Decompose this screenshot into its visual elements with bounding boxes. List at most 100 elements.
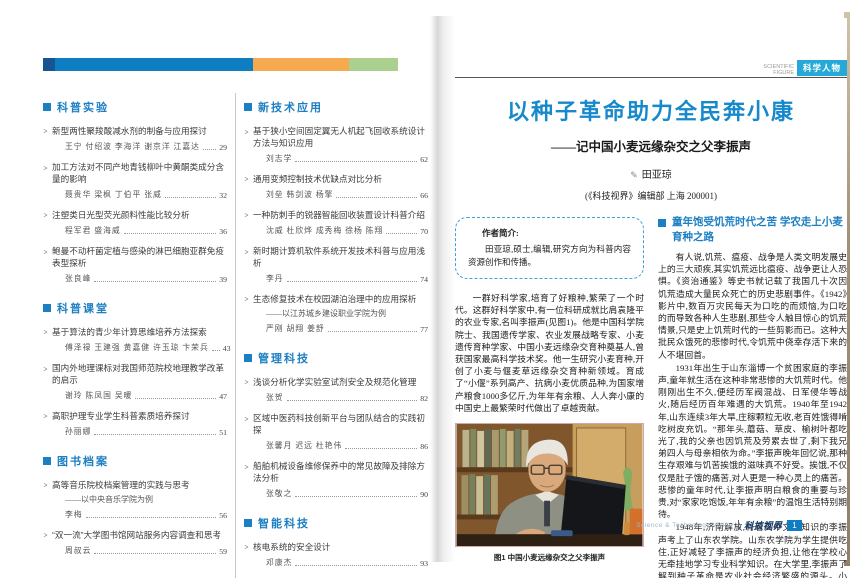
author-box-label: 作者简介: xyxy=(482,227,631,239)
arrow-bullet-icon: > xyxy=(44,163,48,182)
section-bullet-icon xyxy=(244,103,252,111)
section-bullet-icon xyxy=(244,519,252,527)
article-affiliation: (《科技视界》编辑部 上海 200001) xyxy=(455,189,847,202)
toc-entry-subtitle: ——以中央音乐学院为例 xyxy=(65,494,227,505)
toc-entry-meta: 王宁 付绍波 李海洋 谢京洋 江嘉达29 xyxy=(65,141,227,152)
dotted-leader xyxy=(295,161,417,162)
toc-entry-title-text: 浅谈分析化学实验室试剂安全及规范化管理 xyxy=(253,376,416,388)
toc-entry-title: >区域中医药科技创新平台与团队结合的实践初探 xyxy=(244,412,428,436)
section-heading: 童年饱受饥荒时代之苦 学农走上小麦育种之路 xyxy=(658,215,847,245)
toc-section-title: 科普实验 xyxy=(57,99,109,115)
toc-entry: >新型两性聚羧酸减水剂的制备与应用探讨王宁 付绍波 李海洋 谢京洋 江嘉达29 xyxy=(43,125,227,152)
toc-entry-title-text: 基于狭小空间固定翼无人机起飞回收系统设计方法与知识应用 xyxy=(253,125,428,149)
bar-segment-orange xyxy=(253,58,349,71)
bar-segment-blue xyxy=(55,58,253,71)
arrow-bullet-icon: > xyxy=(245,247,249,266)
toc-entry-meta: 周叔云59 xyxy=(65,545,227,556)
section-bullet-icon xyxy=(244,354,252,362)
toc-entry-title-text: 新型两性聚羧酸减水剂的制备与应用探讨 xyxy=(52,125,207,137)
footer-divider xyxy=(738,520,739,530)
column-badge: 科学人物 xyxy=(797,60,847,76)
dotted-leader xyxy=(212,350,220,351)
dotted-leader xyxy=(135,398,216,399)
toc-entry-title-text: 一种防刺手的锐器智能回收装置设计科普介绍 xyxy=(253,209,425,221)
toc-entry-authors: 严刚 胡翔 姜舒 xyxy=(266,323,325,334)
dotted-leader xyxy=(94,281,216,282)
toc-entry-title: >核电系统的安全设计 xyxy=(244,541,428,553)
toc-entry-authors: 李梅 xyxy=(65,509,83,520)
dotted-leader xyxy=(203,149,216,150)
dotted-leader xyxy=(336,197,417,198)
journal-name-en: Science & Technology Vision xyxy=(636,522,733,529)
toc-entry-title-text: 新时期计算机软件系统开发技术科普与应用浅析 xyxy=(253,245,428,269)
arrow-bullet-icon: > xyxy=(44,327,48,337)
toc-entry: >国内外地理课标对我国师范院校地理教学改革的启示谢玲 陈凤国 吴暖47 xyxy=(43,362,227,401)
toc-entry-authors: 邓康杰 xyxy=(266,557,292,568)
toc-entry: >注塑类日光型荧光颜料性能比较分析程军君 盛海威36 xyxy=(43,209,227,236)
toc-entry-page: 62 xyxy=(420,155,428,164)
dotted-leader xyxy=(165,197,216,198)
toc-page: 科普实验>新型两性聚羧酸减水剂的制备与应用探讨王宁 付绍波 李海洋 谢京洋 江嘉… xyxy=(28,18,434,560)
arrow-bullet-icon: > xyxy=(44,247,48,266)
article-title: 以种子革命助力全民奔小康 xyxy=(455,94,847,126)
toc-entry-title: >加工方法对不同产地青钱柳叶中黄酮类成分含量的影响 xyxy=(43,161,227,185)
arrow-bullet-icon: > xyxy=(245,294,249,304)
dotted-leader xyxy=(86,517,217,518)
toc-section: 智能科技>核电系统的安全设计邓康杰93 xyxy=(244,515,428,568)
toc-section-title: 图书档案 xyxy=(57,453,109,469)
toc-section-heading: 新技术应用 xyxy=(244,99,428,115)
toc-column-divider xyxy=(235,93,236,578)
toc-entry: >核电系统的安全设计邓康杰 93 xyxy=(244,541,428,568)
toc-entry-title-text: 国内外地理课标对我国师范院校地理教学改革的启示 xyxy=(52,362,227,386)
toc-entry-authors: 刘志学 xyxy=(266,153,292,164)
pen-icon: ✎ xyxy=(630,170,638,180)
toc-entry-title-text: 加工方法对不同产地青钱柳叶中黄酮类成分含量的影响 xyxy=(52,161,227,185)
toc-section-heading: 科普课堂 xyxy=(43,300,227,316)
toc-entry-page: 82 xyxy=(420,394,428,403)
section-bullet-icon xyxy=(43,103,51,111)
toc-entry-title: >基于狭小空间固定翼无人机起飞回收系统设计方法与知识应用 xyxy=(244,125,428,149)
author-box-text: 田亚琼,硕士,编辑,研究方向为科普内容资源创作和传播。 xyxy=(468,243,631,269)
page-number-badge: 1 xyxy=(787,520,802,531)
toc-entry-title-text: 船舶机械设备维修保养中的常见故障及排除方法分析 xyxy=(253,460,428,484)
bookshelf-books-bottom xyxy=(461,474,497,514)
toc-column-0: 科普实验>新型两性聚羧酸减水剂的制备与应用探讨王宁 付绍波 李海洋 谢京洋 江嘉… xyxy=(43,93,227,578)
toc-section-title: 新技术应用 xyxy=(258,99,323,115)
arrow-bullet-icon: > xyxy=(245,127,249,146)
toc-entry-page: 32 xyxy=(219,191,227,200)
toc-entry-page: 70 xyxy=(420,227,428,236)
portrait-photo-illustration xyxy=(455,423,644,547)
arrow-bullet-icon: > xyxy=(44,480,48,490)
toc-entry-subtitle: ——以江苏城乡建设职业学院为例 xyxy=(266,308,428,319)
toc-entry-page: 43 xyxy=(223,344,231,353)
toc-entry-title-text: 高职护理专业学生科普素质培养探讨 xyxy=(52,410,190,422)
toc-section-heading: 科普实验 xyxy=(43,99,227,115)
toc-entry-title: >高等音乐院校档案管理的实践与思考 xyxy=(43,479,227,491)
toc-entry-title: >新时期计算机软件系统开发技术科普与应用浅析 xyxy=(244,245,428,269)
dotted-leader xyxy=(124,233,216,234)
section-bullet-icon xyxy=(658,219,666,227)
toc-section: 管理科技>浅谈分析化学实验室试剂安全及规范化管理张贺82>区域中医药科技创新平台… xyxy=(244,350,428,499)
toc-entry-authors: 王宁 付绍波 李海洋 谢京洋 江嘉达 xyxy=(65,141,200,152)
toc-entry: >鲍曼不动杆菌定植与感染的淋巴细胞亚群免疫表型探析张良峰39 xyxy=(43,245,227,284)
toc-entry-authors: 张贺 xyxy=(266,392,284,403)
toc-entry-meta: 孙丽娜51 xyxy=(65,426,227,437)
toc-entry: >高等音乐院校档案管理的实践与思考——以中央音乐学院为例李梅56 xyxy=(43,479,227,520)
toc-section: 科普课堂 >基于算法的青少年计算思维培养方法探索傅泽禄 王建强 黄嘉健 许玉琼 卞… xyxy=(43,300,227,437)
toc-entry: >一种防刺手的锐器智能回收装置设计科普介绍沈威 杜欣烨 成秀梅 徐杨 陈翔70 xyxy=(244,209,428,236)
toc-entry: >基于算法的青少年计算思维培养方法探索傅泽禄 王建强 黄嘉健 许玉琼 卞荣兵43 xyxy=(43,326,227,353)
toc-entry-title: >国内外地理课标对我国师范院校地理教学改革的启示 xyxy=(43,362,227,386)
toc-entry-meta: 聂贵华 梁枫 丁伯平 张威32 xyxy=(65,189,227,200)
page-footer: Science & Technology Vision 科技视界 1 xyxy=(636,518,802,532)
article-paragraph: 有人说,饥荒、瘟疫、战争是人类文明发展史上的三大顽疾,其实饥荒远比瘟疫、战争更让… xyxy=(658,251,847,361)
toc-entry-meta: 程军君 盛海威36 xyxy=(65,225,227,236)
arrow-bullet-icon: > xyxy=(245,414,249,433)
toc-entry-page: 47 xyxy=(219,392,227,401)
toc-entry-authors: 沈威 杜欣烨 成秀梅 徐杨 陈翔 xyxy=(266,225,383,236)
toc-entry-title: >船舶机械设备维修保养中的常见故障及排除方法分析 xyxy=(244,460,428,484)
dotted-leader xyxy=(295,496,417,497)
article-subtitle: ——记中国小麦远缘杂交之父李振声 xyxy=(455,136,847,155)
toc-entry-page: 93 xyxy=(420,559,428,568)
toc-entry-title: >生态修复技术在校园湖泊治理中的应用探析 xyxy=(244,293,428,305)
section-bullet-icon xyxy=(43,457,51,465)
